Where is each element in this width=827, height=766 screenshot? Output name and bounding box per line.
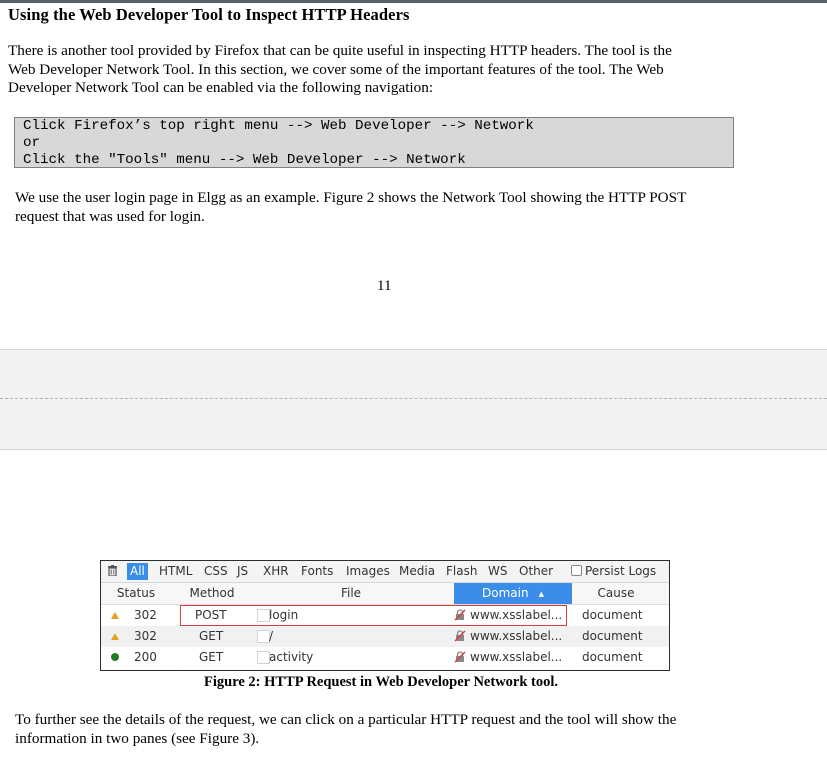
intro-paragraph: There is another tool provided by Firefo…: [8, 42, 748, 98]
warning-icon: [111, 633, 119, 640]
request-domain: www.xsslabel...: [470, 650, 563, 664]
warning-icon: [111, 612, 119, 619]
request-method: GET: [199, 629, 224, 643]
followup-line: information in two panes (see Figure 3).: [15, 729, 260, 747]
page-number: 11: [377, 278, 392, 294]
column-cause[interactable]: Cause: [573, 583, 659, 604]
insecure-lock-icon: [454, 630, 466, 642]
column-status[interactable]: Status: [109, 583, 163, 604]
filter-all[interactable]: All: [127, 563, 148, 580]
followup-paragraph: To further see the details of the reques…: [15, 711, 775, 748]
request-cause: document: [582, 650, 643, 664]
code-line: Click Firefox’s top right menu --> Web D…: [23, 118, 534, 134]
filter-xhr[interactable]: XHR: [260, 563, 292, 580]
column-header-row: Status Method File Domain ▲ Cause: [101, 583, 669, 605]
code-block: Click Firefox’s top right menu --> Web D…: [14, 117, 734, 168]
example-paragraph: We use the user login page in Elgg as an…: [15, 189, 775, 226]
figure-caption: Figure 2: HTTP Request in Web Developer …: [204, 674, 559, 690]
page-break: [0, 349, 827, 450]
request-file: /: [269, 629, 274, 643]
insecure-lock-icon: [454, 651, 466, 663]
intro-line: Web Developer Network Tool. In this sect…: [8, 60, 664, 78]
filter-js[interactable]: JS: [234, 563, 251, 580]
filter-css[interactable]: CSS: [201, 563, 231, 580]
request-row[interactable]: 200 GET activity www.xsslabel... documen…: [101, 647, 669, 668]
column-file[interactable]: File: [261, 583, 441, 604]
persist-logs-toggle[interactable]: Persist Logs: [571, 563, 656, 580]
filter-ws[interactable]: WS: [485, 563, 510, 580]
page-break-divider: [0, 398, 827, 399]
column-domain[interactable]: Domain ▲: [454, 583, 572, 604]
request-domain: www.xsslabel...: [470, 629, 563, 643]
intro-line: There is another tool provided by Firefo…: [8, 42, 672, 59]
persist-logs-checkbox[interactable]: [571, 565, 582, 576]
request-status: 302: [134, 629, 157, 643]
filter-flash[interactable]: Flash: [443, 563, 480, 580]
request-status: 200: [134, 650, 157, 664]
network-tool-screenshot: All HTML CSS JS XHR Fonts Images Media F…: [100, 560, 670, 671]
code-line: or: [23, 135, 41, 151]
request-file: activity: [269, 650, 314, 664]
column-domain-label: Domain: [482, 586, 529, 600]
followup-line: To further see the details of the reques…: [15, 711, 677, 728]
filter-toolbar: All HTML CSS JS XHR Fonts Images Media F…: [101, 561, 669, 583]
filter-images[interactable]: Images: [343, 563, 393, 580]
section-title: Using the Web Developer Tool to Inspect …: [8, 5, 410, 24]
highlighted-post-request: [180, 605, 567, 626]
filter-html[interactable]: HTML: [156, 563, 195, 580]
top-border: [0, 0, 827, 3]
example-line: We use the user login page in Elgg as an…: [15, 189, 687, 206]
filter-media[interactable]: Media: [396, 563, 438, 580]
filter-fonts[interactable]: Fonts: [298, 563, 336, 580]
request-method: GET: [199, 650, 224, 664]
filter-other[interactable]: Other: [516, 563, 556, 580]
column-method[interactable]: Method: [173, 583, 251, 604]
request-cause: document: [582, 629, 643, 643]
code-line: Click the "Tools" menu --> Web Developer…: [23, 152, 466, 168]
persist-logs-label: Persist Logs: [585, 564, 657, 578]
request-row[interactable]: 302 GET / www.xsslabel... document: [101, 626, 669, 647]
request-status: 302: [134, 608, 157, 622]
sort-arrow-icon: ▲: [538, 590, 544, 598]
example-line: request that was used for login.: [15, 207, 205, 225]
request-cause: document: [582, 608, 643, 622]
success-dot-icon: [111, 653, 119, 661]
intro-line: Developer Network Tool can be enabled vi…: [8, 79, 434, 96]
trash-icon[interactable]: [108, 565, 117, 576]
